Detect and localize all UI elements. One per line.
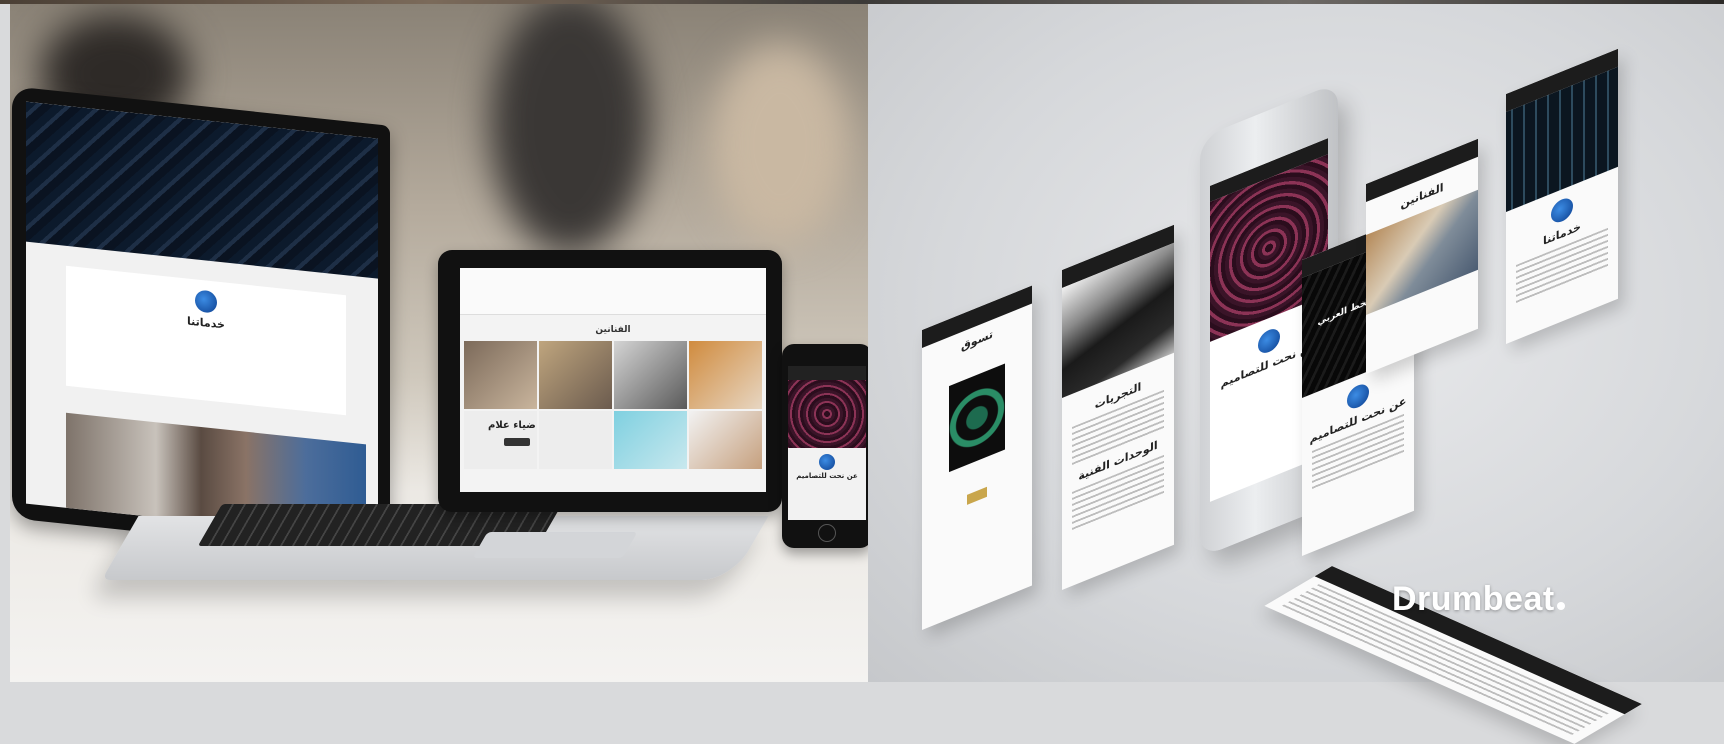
artist-tile <box>614 411 687 469</box>
phone-artwork <box>788 380 866 448</box>
bg-blur-window <box>710 44 850 244</box>
tablet-header <box>460 268 766 315</box>
logo-icon <box>1258 325 1280 357</box>
screen-events: التجريات الوحدات الفنية <box>1062 224 1174 590</box>
about-card: خدماتنا <box>66 265 346 416</box>
shop-buy-button <box>967 486 987 505</box>
watermark-text: Drumbeat <box>1392 580 1555 618</box>
watermark-dot-icon <box>1556 602 1565 610</box>
logo-icon <box>1551 194 1573 226</box>
screen-services: خدماتنا <box>1506 48 1618 345</box>
laptop-hero-text <box>26 102 378 157</box>
home-button-icon <box>818 524 836 542</box>
phone-title: عن نحت للتصاميم <box>796 472 858 480</box>
artist-tile <box>614 341 687 409</box>
logo-icon <box>195 289 217 314</box>
watermark: Drumbeat <box>1392 580 1565 619</box>
phone-navbar <box>788 366 866 380</box>
phone: عن نحت للتصاميم <box>782 344 868 548</box>
bg-blur-figure <box>490 4 650 254</box>
artist-name: ضياء علام <box>488 420 536 431</box>
artist-tile <box>539 411 612 469</box>
screen-shop: تسوق <box>922 285 1032 630</box>
phone-website: عن نحت للتصاميم <box>788 366 866 520</box>
laptop-hero-image <box>26 101 378 279</box>
shop-artwork <box>949 363 1005 473</box>
laptop-website: خدماتنا <box>26 101 378 541</box>
tablet-website: الفنانين <box>460 268 766 492</box>
artist-grid <box>460 341 766 469</box>
artist-tile <box>464 341 537 409</box>
artist-tile <box>689 411 762 469</box>
tablet-section-title: الفنانين <box>595 325 631 335</box>
logo-icon <box>819 454 835 470</box>
artist-tile <box>689 341 762 409</box>
logo-icon <box>1347 380 1369 412</box>
tablet: الفنانين ضياء علام <box>438 250 782 512</box>
devices-photo: خدماتنا الفنانين ضياء علام عن نحت للتصام… <box>10 4 868 682</box>
laptop-screen: خدماتنا <box>12 86 390 558</box>
artist-tile <box>539 341 612 409</box>
artist-button <box>504 438 530 446</box>
laptop-trackpad <box>472 532 638 558</box>
